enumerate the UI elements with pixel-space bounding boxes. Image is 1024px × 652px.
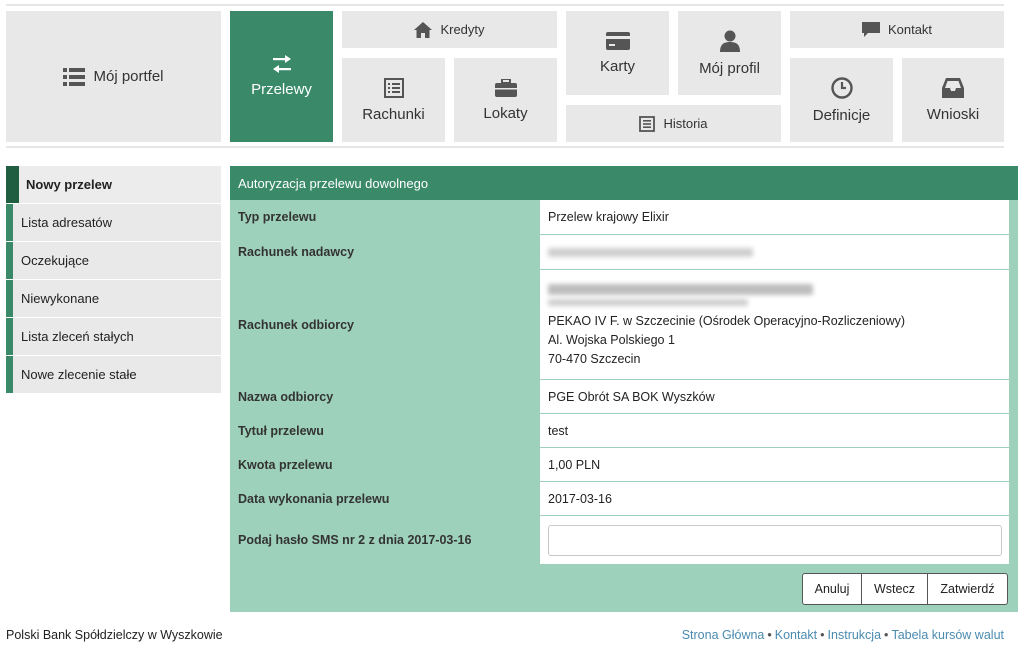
sender-account-label: Rachunek nadawcy [238, 245, 355, 259]
nav-contact-label: Kontakt [887, 22, 933, 37]
recipient-account-redacted [548, 283, 813, 295]
row-recipient-name: Nazwa odbiorcy PGE Obrót SA BOK Wyszków [230, 380, 1010, 413]
sms-code-input[interactable] [548, 524, 1002, 556]
recipient-name-label: Nazwa odbiorcy [238, 389, 334, 404]
nav-bottom-divider [6, 146, 1004, 148]
nav-profile-label: Mój profil [699, 59, 760, 77]
credit-card-icon [605, 31, 630, 50]
nav-tile-portfolio[interactable]: Mój portfel [6, 11, 221, 142]
nav-tile-contact[interactable]: Kontakt [790, 11, 1004, 48]
sidebar-item-new-standing-order[interactable]: Nowe zlecenie stałe [6, 356, 221, 393]
sender-account-value [540, 235, 1009, 269]
sidebar-item-standing-orders[interactable]: Lista zleceń stałych [6, 318, 221, 355]
nav-tile-accounts[interactable]: Rachunki [342, 58, 445, 142]
footer-link-contact[interactable]: Kontakt [775, 628, 817, 642]
row-amount: Kwota przelewu 1,00 PLN [230, 448, 1010, 481]
transfer-arrows-icon [271, 55, 293, 73]
panel-title: Autoryzacja przelewu dowolnego [230, 166, 1018, 200]
sms-code-cell [540, 516, 1009, 564]
transfer-title-label: Tytuł przelewu [238, 423, 324, 438]
sidebar-item-pending[interactable]: Oczekujące [6, 242, 221, 279]
footer-separator: • [767, 628, 772, 642]
nav-tile-profile[interactable]: Mój profil [678, 11, 781, 95]
top-divider [6, 4, 1004, 6]
nav-history-label: Historia [663, 116, 708, 131]
execution-date-value: 2017-03-16 [540, 482, 1009, 515]
briefcase-icon [494, 78, 517, 97]
amount-label: Kwota przelewu [238, 457, 333, 472]
nav-portfolio-label: Mój portfel [93, 68, 164, 85]
nav-transfers-label: Przelewy [251, 81, 312, 98]
footer-bank-name: Polski Bank Spółdzielczy w Wyszkowie [6, 628, 223, 642]
nav-tile-definitions[interactable]: Definicje [790, 58, 893, 142]
nav-definitions-label: Definicje [812, 106, 871, 124]
transfer-type-value: Przelew krajowy Elixir [540, 200, 1009, 234]
footer-link-home[interactable]: Strona Główna [682, 628, 765, 642]
inbox-tray-icon [942, 77, 964, 98]
footer-separator: • [884, 628, 889, 642]
nav-tile-transfers[interactable]: Przelewy [230, 11, 333, 142]
nav-tile-credits[interactable]: Kredyty [342, 11, 557, 48]
back-button[interactable]: Wstecz [861, 574, 927, 604]
history-list-icon [639, 115, 656, 132]
chat-bubble-icon [861, 21, 880, 38]
recipient-account-sub-redacted [548, 298, 748, 306]
recipient-account-value: PEKAO IV F. w Szczecinie (Ośrodek Operac… [540, 270, 1009, 379]
row-transfer-type: Typ przelewu Przelew krajowy Elixir [230, 200, 1010, 234]
nav-tile-history[interactable]: Historia [566, 105, 781, 142]
recipient-bank-line3: 70-470 Szczecin [548, 351, 641, 366]
nav-cards-label: Karty [599, 57, 635, 75]
recipient-name-value: PGE Obrót SA BOK Wyszków [540, 380, 1009, 413]
row-sms-code: Podaj hasło SMS nr 2 z dnia 2017-03-16 [230, 516, 1010, 564]
transfer-type-label: Typ przelewu [238, 210, 317, 224]
sidebar-item-recipients[interactable]: Lista adresatów [6, 204, 221, 241]
nav-credits-label: Kredyty [440, 22, 485, 37]
list-icon [63, 67, 86, 86]
footer-links: Strona Główna • Kontakt • Instrukcja • Tabela … [682, 628, 1004, 642]
execution-date-label: Data wykonania przelewu [238, 491, 390, 506]
row-transfer-title: Tytuł przelewu test [230, 414, 1010, 447]
cancel-button[interactable]: Anuluj [803, 574, 861, 604]
row-execution-date: Data wykonania przelewu 2017-03-16 [230, 482, 1010, 515]
sms-code-label: Podaj hasło SMS nr 2 z dnia 2017-03-16 [238, 533, 472, 547]
confirm-button[interactable]: Zatwierdź [927, 574, 1007, 604]
nav-tile-cards[interactable]: Karty [566, 11, 669, 95]
sidebar-item-failed[interactable]: Niewykonane [6, 280, 221, 317]
row-recipient-account: Rachunek odbiorcy PEKAO IV F. w Szczecin… [230, 270, 1010, 379]
sender-account-redacted [548, 247, 753, 257]
recipient-bank-line2: Al. Wojska Polskiego 1 [548, 332, 675, 347]
transfer-authorization-panel: Autoryzacja przelewu dowolnego Typ przel… [230, 166, 1018, 612]
nav-tile-deposits[interactable]: Lokaty [454, 58, 557, 142]
home-icon [414, 21, 433, 38]
amount-value: 1,00 PLN [540, 448, 1009, 481]
footer-link-manual[interactable]: Instrukcja [828, 628, 882, 642]
recipient-account-label: Rachunek odbiorcy [238, 317, 354, 332]
ledger-icon [383, 77, 404, 98]
sidebar-item-new-transfer[interactable]: Nowy przelew [6, 166, 221, 203]
nav-deposits-label: Lokaty [483, 104, 528, 122]
footer-separator: • [820, 628, 825, 642]
nav-tile-applications[interactable]: Wnioski [902, 58, 1004, 142]
recipient-bank-line1: PEKAO IV F. w Szczecinie (Ośrodek Operac… [548, 313, 906, 328]
clock-icon [830, 76, 853, 99]
nav-accounts-label: Rachunki [362, 105, 425, 123]
sidebar: Nowy przelew Lista adresatów Oczekujące … [6, 166, 221, 394]
user-icon [719, 30, 741, 52]
footer-link-exchange-rates[interactable]: Tabela kursów walut [891, 628, 1004, 642]
action-button-group: Anuluj Wstecz Zatwierdź [802, 573, 1008, 605]
transfer-title-value: test [540, 414, 1009, 447]
nav-applications-label: Wnioski [926, 105, 980, 123]
row-sender-account: Rachunek nadawcy [230, 235, 1010, 269]
